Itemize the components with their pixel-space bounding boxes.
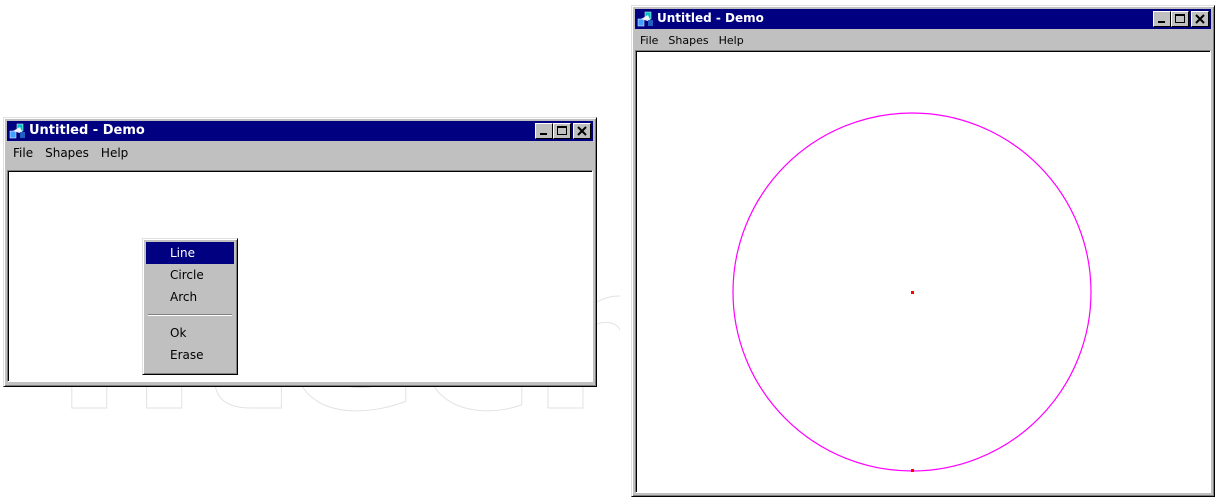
- drawing-canvas[interactable]: [635, 50, 1211, 493]
- popup-item-line[interactable]: Line: [146, 242, 234, 264]
- menu-file[interactable]: File: [635, 31, 663, 51]
- popup-item-ok[interactable]: Ok: [146, 322, 234, 344]
- window-title: Untitled - Demo: [29, 123, 145, 138]
- menu-shapes[interactable]: Shapes: [663, 31, 713, 51]
- close-button[interactable]: [1191, 11, 1209, 27]
- demo-window-right: Untitled - Demo File Shapes Help: [631, 5, 1215, 497]
- menu-help[interactable]: Help: [95, 143, 134, 163]
- minimize-button[interactable]: [1153, 11, 1171, 27]
- minimize-icon: [1158, 21, 1165, 23]
- minimize-button[interactable]: [535, 123, 553, 139]
- close-icon: [577, 126, 587, 136]
- close-button[interactable]: [573, 123, 591, 139]
- maximize-button[interactable]: [553, 123, 571, 139]
- popup-separator: [148, 314, 232, 316]
- caption-buttons: [1153, 11, 1209, 27]
- maximize-icon: [557, 126, 567, 135]
- maximize-button[interactable]: [1171, 11, 1189, 27]
- menu-file[interactable]: File: [7, 143, 39, 163]
- popup-item-circle[interactable]: Circle: [146, 264, 234, 286]
- title-bar[interactable]: Untitled - Demo: [635, 9, 1211, 29]
- popup-item-arch[interactable]: Arch: [146, 286, 234, 308]
- drawing-surface: [732, 112, 1092, 472]
- menu-shapes[interactable]: Shapes: [39, 143, 95, 163]
- window-title: Untitled - Demo: [657, 11, 764, 25]
- app-icon: [9, 123, 25, 139]
- caption-buttons: [535, 123, 591, 139]
- client-area[interactable]: [7, 170, 593, 382]
- minimize-icon: [540, 133, 547, 135]
- maximize-icon: [1175, 14, 1185, 23]
- close-icon: [1195, 14, 1205, 24]
- menu-bar: File Shapes Help: [7, 143, 593, 163]
- circle-center-marker: [911, 291, 914, 294]
- app-icon: [637, 11, 653, 27]
- menu-bar: File Shapes Help: [635, 31, 1211, 51]
- title-bar[interactable]: Untitled - Demo: [7, 121, 593, 141]
- demo-window-left: Untitled - Demo File Shapes Help: [3, 117, 597, 387]
- menu-help[interactable]: Help: [714, 31, 749, 51]
- popup-item-erase[interactable]: Erase: [146, 344, 234, 366]
- circle-radius-point-marker: [911, 469, 914, 472]
- shapes-popup-menu: Line Circle Arch Ok Erase: [142, 238, 238, 375]
